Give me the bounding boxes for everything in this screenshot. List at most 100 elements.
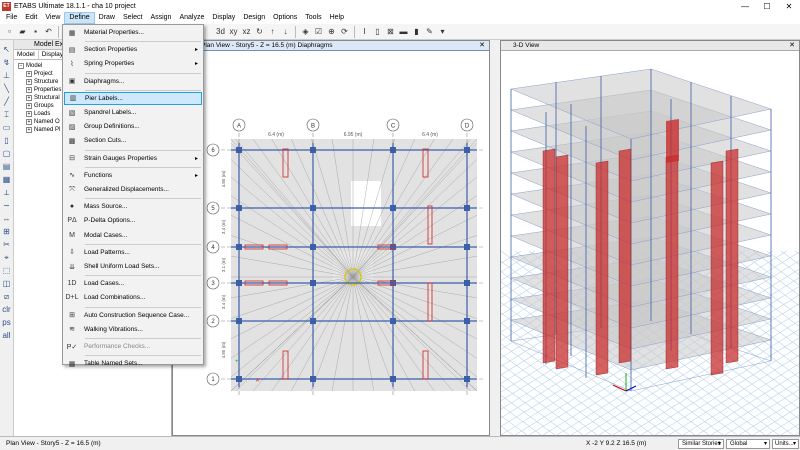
menu-draw[interactable]: Draw (95, 12, 119, 24)
move-down-icon[interactable]: ↓ (280, 26, 291, 37)
shear-wall[interactable] (542, 148, 556, 364)
draw-slab-icon[interactable]: ▦ (1, 174, 12, 185)
menu-item-spring[interactable]: ⌇ Spring Properties ▸ (64, 57, 202, 70)
menu-item-material[interactable]: ▦ Material Properties... (64, 26, 202, 39)
expand-icon[interactable]: + (26, 79, 32, 85)
column-marker[interactable] (236, 244, 242, 250)
save-icon[interactable]: ▪ (30, 26, 41, 37)
menu-item-functions[interactable]: ∿ Functions ▸ (64, 169, 202, 182)
select-intersect-icon[interactable]: ⧄ (1, 291, 12, 302)
menu-item-shell-load[interactable]: ⇊ Shell Uniform Load Sets... (64, 260, 202, 273)
section-cut-tool-icon[interactable]: ✂ (1, 239, 12, 250)
display-options-icon[interactable]: ☑ (313, 26, 324, 37)
tab-model[interactable]: Model (14, 50, 39, 59)
grid-icon[interactable]: ⊞ (1, 226, 12, 237)
menu-item-load-pattern[interactable]: ⇩ Load Patterns... (64, 246, 202, 259)
similar-stories-dropdown[interactable]: Similar Stories (678, 439, 724, 449)
menu-options[interactable]: Options (269, 12, 301, 24)
object-shrink-icon[interactable]: ◈ (300, 26, 311, 37)
expand-icon[interactable]: − (18, 63, 24, 69)
reference-icon[interactable]: ⌖ (1, 252, 12, 263)
menu-item-diaphragm[interactable]: ▣ Diaphragms... (64, 75, 202, 88)
3d-view-close-icon[interactable]: ✕ (789, 41, 795, 51)
column-marker[interactable] (310, 244, 316, 250)
column-marker[interactable] (310, 318, 316, 324)
menu-item-construction[interactable]: ⊞ Auto Construction Sequence Case... (64, 309, 202, 322)
draw-wall-icon[interactable]: ▯ (1, 135, 12, 146)
menu-item-pier[interactable]: ▥ Pier Labels... (64, 91, 202, 105)
menu-item-strain-gauge[interactable]: ⊟ Strain Gauges Properties ▸ (64, 152, 202, 165)
menu-item-pdelta[interactable]: PΔ P-Delta Options... (64, 214, 202, 227)
pointer-icon[interactable]: ↖ (1, 44, 12, 55)
column-marker[interactable] (464, 147, 470, 153)
menu-item-displacement[interactable]: ⤧ Generalized Displacements... (64, 183, 202, 196)
menu-assign[interactable]: Assign (146, 12, 175, 24)
column-marker[interactable] (464, 280, 470, 286)
menu-edit[interactable]: Edit (21, 12, 41, 24)
menu-help[interactable]: Help (326, 12, 348, 24)
draw-area-icon[interactable]: ▭ (1, 122, 12, 133)
move-up-icon[interactable]: ↑ (267, 26, 278, 37)
shear-wall[interactable] (725, 148, 739, 364)
column-icon[interactable]: ▯ (372, 26, 383, 37)
select-all-icon[interactable]: ⬚ (1, 265, 12, 276)
expand-icon[interactable]: + (26, 95, 32, 101)
new-file-icon[interactable]: ▫ (4, 26, 15, 37)
expand-icon[interactable]: + (26, 111, 32, 117)
wall-icon[interactable]: ▮ (411, 26, 422, 37)
menu-item-load-combo[interactable]: D+L Load Combinations... (64, 291, 202, 304)
draw-line-icon[interactable]: ╲ (1, 83, 12, 94)
reshape-icon[interactable]: ↯ (1, 57, 12, 68)
draw-frame-icon[interactable]: ╱ (1, 96, 12, 107)
undo-icon[interactable]: ↶ (43, 26, 54, 37)
expand-icon[interactable]: + (26, 87, 32, 93)
shear-wall[interactable] (710, 160, 724, 376)
menu-item-section-cut[interactable]: ▩ Section Cuts... (64, 134, 202, 147)
3d-view-canvas[interactable] (220, 51, 800, 436)
column-marker[interactable] (390, 376, 396, 382)
shear-wall[interactable] (555, 154, 569, 370)
menu-item-load-case[interactable]: 1D Load Cases... (64, 277, 202, 290)
select-window-icon[interactable]: ◫ (1, 278, 12, 289)
expand-icon[interactable]: + (26, 127, 32, 133)
column-marker[interactable] (464, 244, 470, 250)
column-marker[interactable] (310, 280, 316, 286)
column-marker[interactable] (236, 376, 242, 382)
column-marker[interactable] (390, 205, 396, 211)
draw-tendon-icon[interactable]: ∼ (1, 200, 12, 211)
column-marker[interactable] (390, 147, 396, 153)
coord-system-dropdown[interactable]: Global (726, 439, 770, 449)
menu-file[interactable]: File (2, 12, 21, 24)
open-file-icon[interactable]: ▰ (17, 26, 28, 37)
menu-item-mass[interactable]: ● Mass Source... (64, 200, 202, 213)
elevation-view-icon[interactable]: xz (241, 26, 252, 37)
column-marker[interactable] (310, 147, 316, 153)
more-icon[interactable]: ▾ (437, 26, 448, 37)
expand-icon[interactable]: + (26, 119, 32, 125)
menu-define[interactable]: Define (64, 12, 95, 24)
menu-tools[interactable]: Tools (301, 12, 325, 24)
column-marker[interactable] (236, 280, 242, 286)
menu-item-performance[interactable]: P✓ Performance Checks... (64, 340, 202, 353)
zoom-icon[interactable]: ⊕ (326, 26, 337, 37)
view-3d-icon[interactable]: 3d (215, 26, 226, 37)
draw-dim-icon[interactable]: ↔ (1, 213, 12, 224)
shear-wall[interactable] (666, 119, 679, 163)
column-marker[interactable] (310, 376, 316, 382)
draw-opening-icon[interactable]: ▢ (1, 148, 12, 159)
plan-view-window[interactable]: Plan View - Story5 - Z = 16.5 (m) Diaphr… (172, 40, 490, 436)
view-divider[interactable] (490, 40, 500, 436)
draw-icon[interactable]: ✎ (424, 26, 435, 37)
plan-view-close-icon[interactable]: ✕ (479, 41, 485, 51)
refresh-icon[interactable]: ⟳ (339, 26, 350, 37)
column-marker[interactable] (390, 318, 396, 324)
expand-icon[interactable]: + (26, 103, 32, 109)
shear-wall[interactable] (618, 148, 632, 364)
menu-item-spandrel[interactable]: ▧ Spandrel Labels... (64, 106, 202, 119)
3d-view-window[interactable]: 3-D View ✕ (220, 40, 800, 436)
shear-wall[interactable] (595, 160, 609, 376)
menu-item-group[interactable]: ▨ Group Definitions... (64, 120, 202, 133)
all-selection-icon[interactable]: all (1, 330, 12, 341)
menu-item-table[interactable]: ▦ Table Named Sets... (64, 357, 202, 370)
plan-view-icon[interactable]: xy (228, 26, 239, 37)
